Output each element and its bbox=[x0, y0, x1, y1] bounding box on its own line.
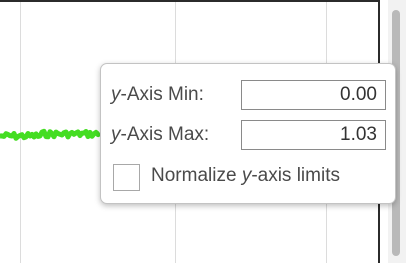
y-axis-max-input[interactable] bbox=[241, 120, 386, 150]
normalize-checkbox[interactable] bbox=[113, 164, 140, 191]
y-axis-max-label: y-Axis Max: bbox=[111, 124, 210, 145]
y-axis-limits-popup: y-Axis Min: y-Axis Max: Normalize y-axis… bbox=[100, 63, 396, 204]
signal-trace bbox=[0, 128, 102, 141]
normalize-label[interactable]: Normalize y-axis limits bbox=[151, 165, 340, 187]
y-axis-min-input[interactable] bbox=[241, 80, 386, 110]
y-axis-min-label: y-Axis Min: bbox=[111, 84, 204, 105]
